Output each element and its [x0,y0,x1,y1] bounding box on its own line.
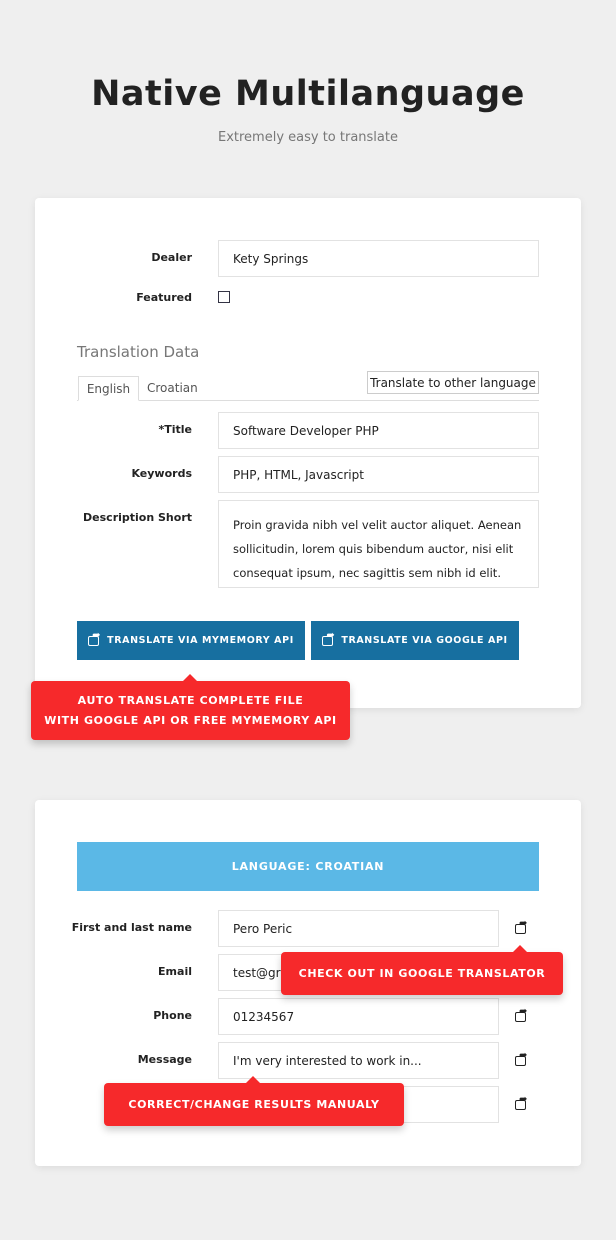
featured-checkbox[interactable] [218,291,230,303]
google-translator-callout: CHECK OUT IN GOOGLE TRANSLATOR [281,945,563,995]
callout-line: WITH GOOGLE API OR FREE MYMEMORY API [44,713,337,727]
section-title: Translation Data [77,343,200,361]
callout-text: CHECK OUT IN GOOGLE TRANSLATOR [298,966,546,980]
title-label: *Title [158,423,192,436]
message-input[interactable]: I'm very interested to work in... [218,1042,499,1079]
language-bar: LANGUAGE: CROATIAN [77,842,539,891]
phone-input[interactable]: 01234567 [218,998,499,1035]
callout-text: CORRECT/CHANGE RESULTS MANUALY [128,1097,380,1111]
callout-line: AUTO TRANSLATE COMPLETE FILE [77,693,304,707]
translate-google-button[interactable]: TRANSLATE VIA GOOGLE API [311,621,519,660]
message-label: Message [137,1053,192,1066]
share-square-icon [88,630,101,646]
dealer-input[interactable]: Kety Springs [218,240,539,277]
translate-other-language-button[interactable]: Translate to other language [367,371,539,394]
title-input[interactable]: Software Developer PHP [218,412,539,449]
name-label: First and last name [71,921,192,934]
tab-english[interactable]: English [78,376,139,401]
share-square-icon[interactable] [515,918,527,934]
dealer-label: Dealer [151,251,192,264]
translation-form-card: Dealer Kety Springs Featured Translation… [35,198,581,708]
translate-mymemory-button[interactable]: TRANSLATE VIA MYMEMORY API [77,621,305,660]
auto-translate-callout: AUTO TRANSLATE COMPLETE FILE WITH GOOGLE… [31,674,350,740]
phone-label: Phone [153,1009,192,1022]
page-subtitle: Extremely easy to translate [217,130,398,145]
description-textarea[interactable]: Proin gravida nibh vel velit auctor aliq… [218,500,539,588]
manual-correction-callout: CORRECT/CHANGE RESULTS MANUALY [104,1076,404,1126]
share-square-icon[interactable] [515,1006,527,1022]
button-label: TRANSLATE VIA GOOGLE API [341,635,508,646]
share-square-icon[interactable] [515,1094,527,1110]
tabs-divider [77,400,539,401]
email-label: Email [158,965,192,978]
featured-label: Featured [136,291,192,304]
keywords-label: Keywords [131,467,192,480]
description-label: Description Short [83,511,192,524]
name-input[interactable]: Pero Peric [218,910,499,947]
tab-croatian[interactable]: Croatian [147,381,198,395]
button-label: TRANSLATE VIA MYMEMORY API [107,635,294,646]
keywords-input[interactable]: PHP, HTML, Javascript [218,456,539,493]
share-square-icon [322,630,335,646]
share-square-icon[interactable] [515,1050,527,1066]
page-title: Native Multilanguage [91,74,525,114]
